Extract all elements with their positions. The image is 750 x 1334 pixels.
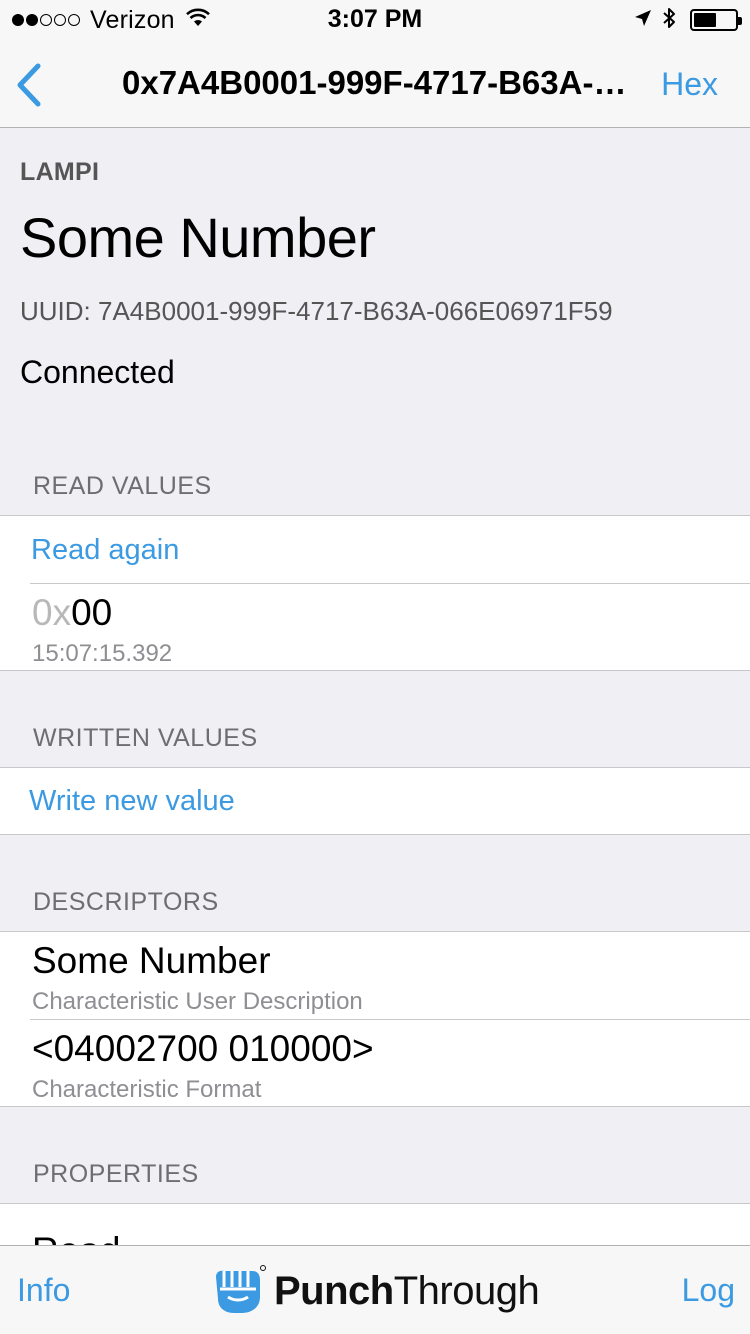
chevron-left-icon: [17, 63, 41, 107]
battery-icon: [690, 9, 742, 31]
read-value-data: 00: [71, 592, 113, 633]
logo-wordmark: PunchThrough: [274, 1268, 540, 1314]
read-value: 0x00: [32, 592, 112, 634]
back-button[interactable]: [14, 60, 54, 110]
descriptor-row: <04002700 010000> Characteristic Format: [0, 1020, 750, 1107]
write-new-value-row[interactable]: Write new value: [0, 768, 750, 834]
connection-status: Connected: [20, 354, 175, 390]
read-values-group: Read again 0x00 15:07:15.392: [0, 515, 750, 671]
characteristic-uuid: UUID: 7A4B0001-999F-4717-B63A-066E06971F…: [20, 296, 613, 326]
written-values-header: WRITTEN VALUES: [33, 724, 258, 752]
hex-prefix: 0x: [32, 592, 72, 633]
status-bar-right: [634, 6, 742, 35]
logo-text-regular: Through: [393, 1268, 540, 1313]
descriptor-row: Some Number Characteristic User Descript…: [0, 932, 750, 1019]
info-button[interactable]: Info: [17, 1272, 70, 1309]
device-name: LAMPI: [20, 158, 100, 186]
written-values-group: Write new value: [0, 767, 750, 835]
descriptors-group: Some Number Characteristic User Descript…: [0, 931, 750, 1107]
read-again-row[interactable]: Read again: [0, 516, 750, 583]
descriptor-type: Characteristic User Description: [32, 988, 363, 1015]
fist-logo-icon: [216, 1265, 266, 1313]
read-again-button[interactable]: Read again: [31, 534, 179, 567]
hex-toggle-button[interactable]: Hex: [661, 66, 718, 103]
battery-level: [694, 13, 716, 27]
location-arrow-icon: [634, 9, 652, 32]
log-button[interactable]: Log: [682, 1272, 735, 1309]
characteristic-name: Some Number: [20, 206, 376, 269]
navigation-bar: 0x7A4B0001-999F-4717-B63A-066E06971F59 H…: [0, 40, 750, 128]
bottom-toolbar: Info PunchThrough Log: [0, 1245, 750, 1334]
descriptor-value: <04002700 010000>: [32, 1028, 374, 1069]
status-bar: Verizon 3:07 PM: [0, 0, 750, 40]
descriptor-type: Characteristic Format: [32, 1076, 262, 1103]
write-new-value-button[interactable]: Write new value: [29, 785, 235, 818]
punchthrough-logo: PunchThrough: [210, 1261, 540, 1321]
read-timestamp: 15:07:15.392: [32, 640, 173, 667]
descriptors-header: DESCRIPTORS: [33, 888, 219, 916]
descriptor-value: Some Number: [32, 940, 271, 981]
nav-title: 0x7A4B0001-999F-4717-B63A-066E06971F59: [122, 64, 632, 101]
read-value-row: 0x00 15:07:15.392: [0, 584, 750, 671]
battery-nub: [738, 17, 742, 25]
bluetooth-icon: [662, 6, 676, 35]
properties-header: PROPERTIES: [33, 1160, 199, 1188]
read-values-header: READ VALUES: [33, 472, 212, 500]
characteristic-detail-screen: Verizon 3:07 PM 0x7A4B0001-999F-4717-B63…: [0, 0, 750, 1334]
logo-text-bold: Punch: [274, 1268, 394, 1313]
